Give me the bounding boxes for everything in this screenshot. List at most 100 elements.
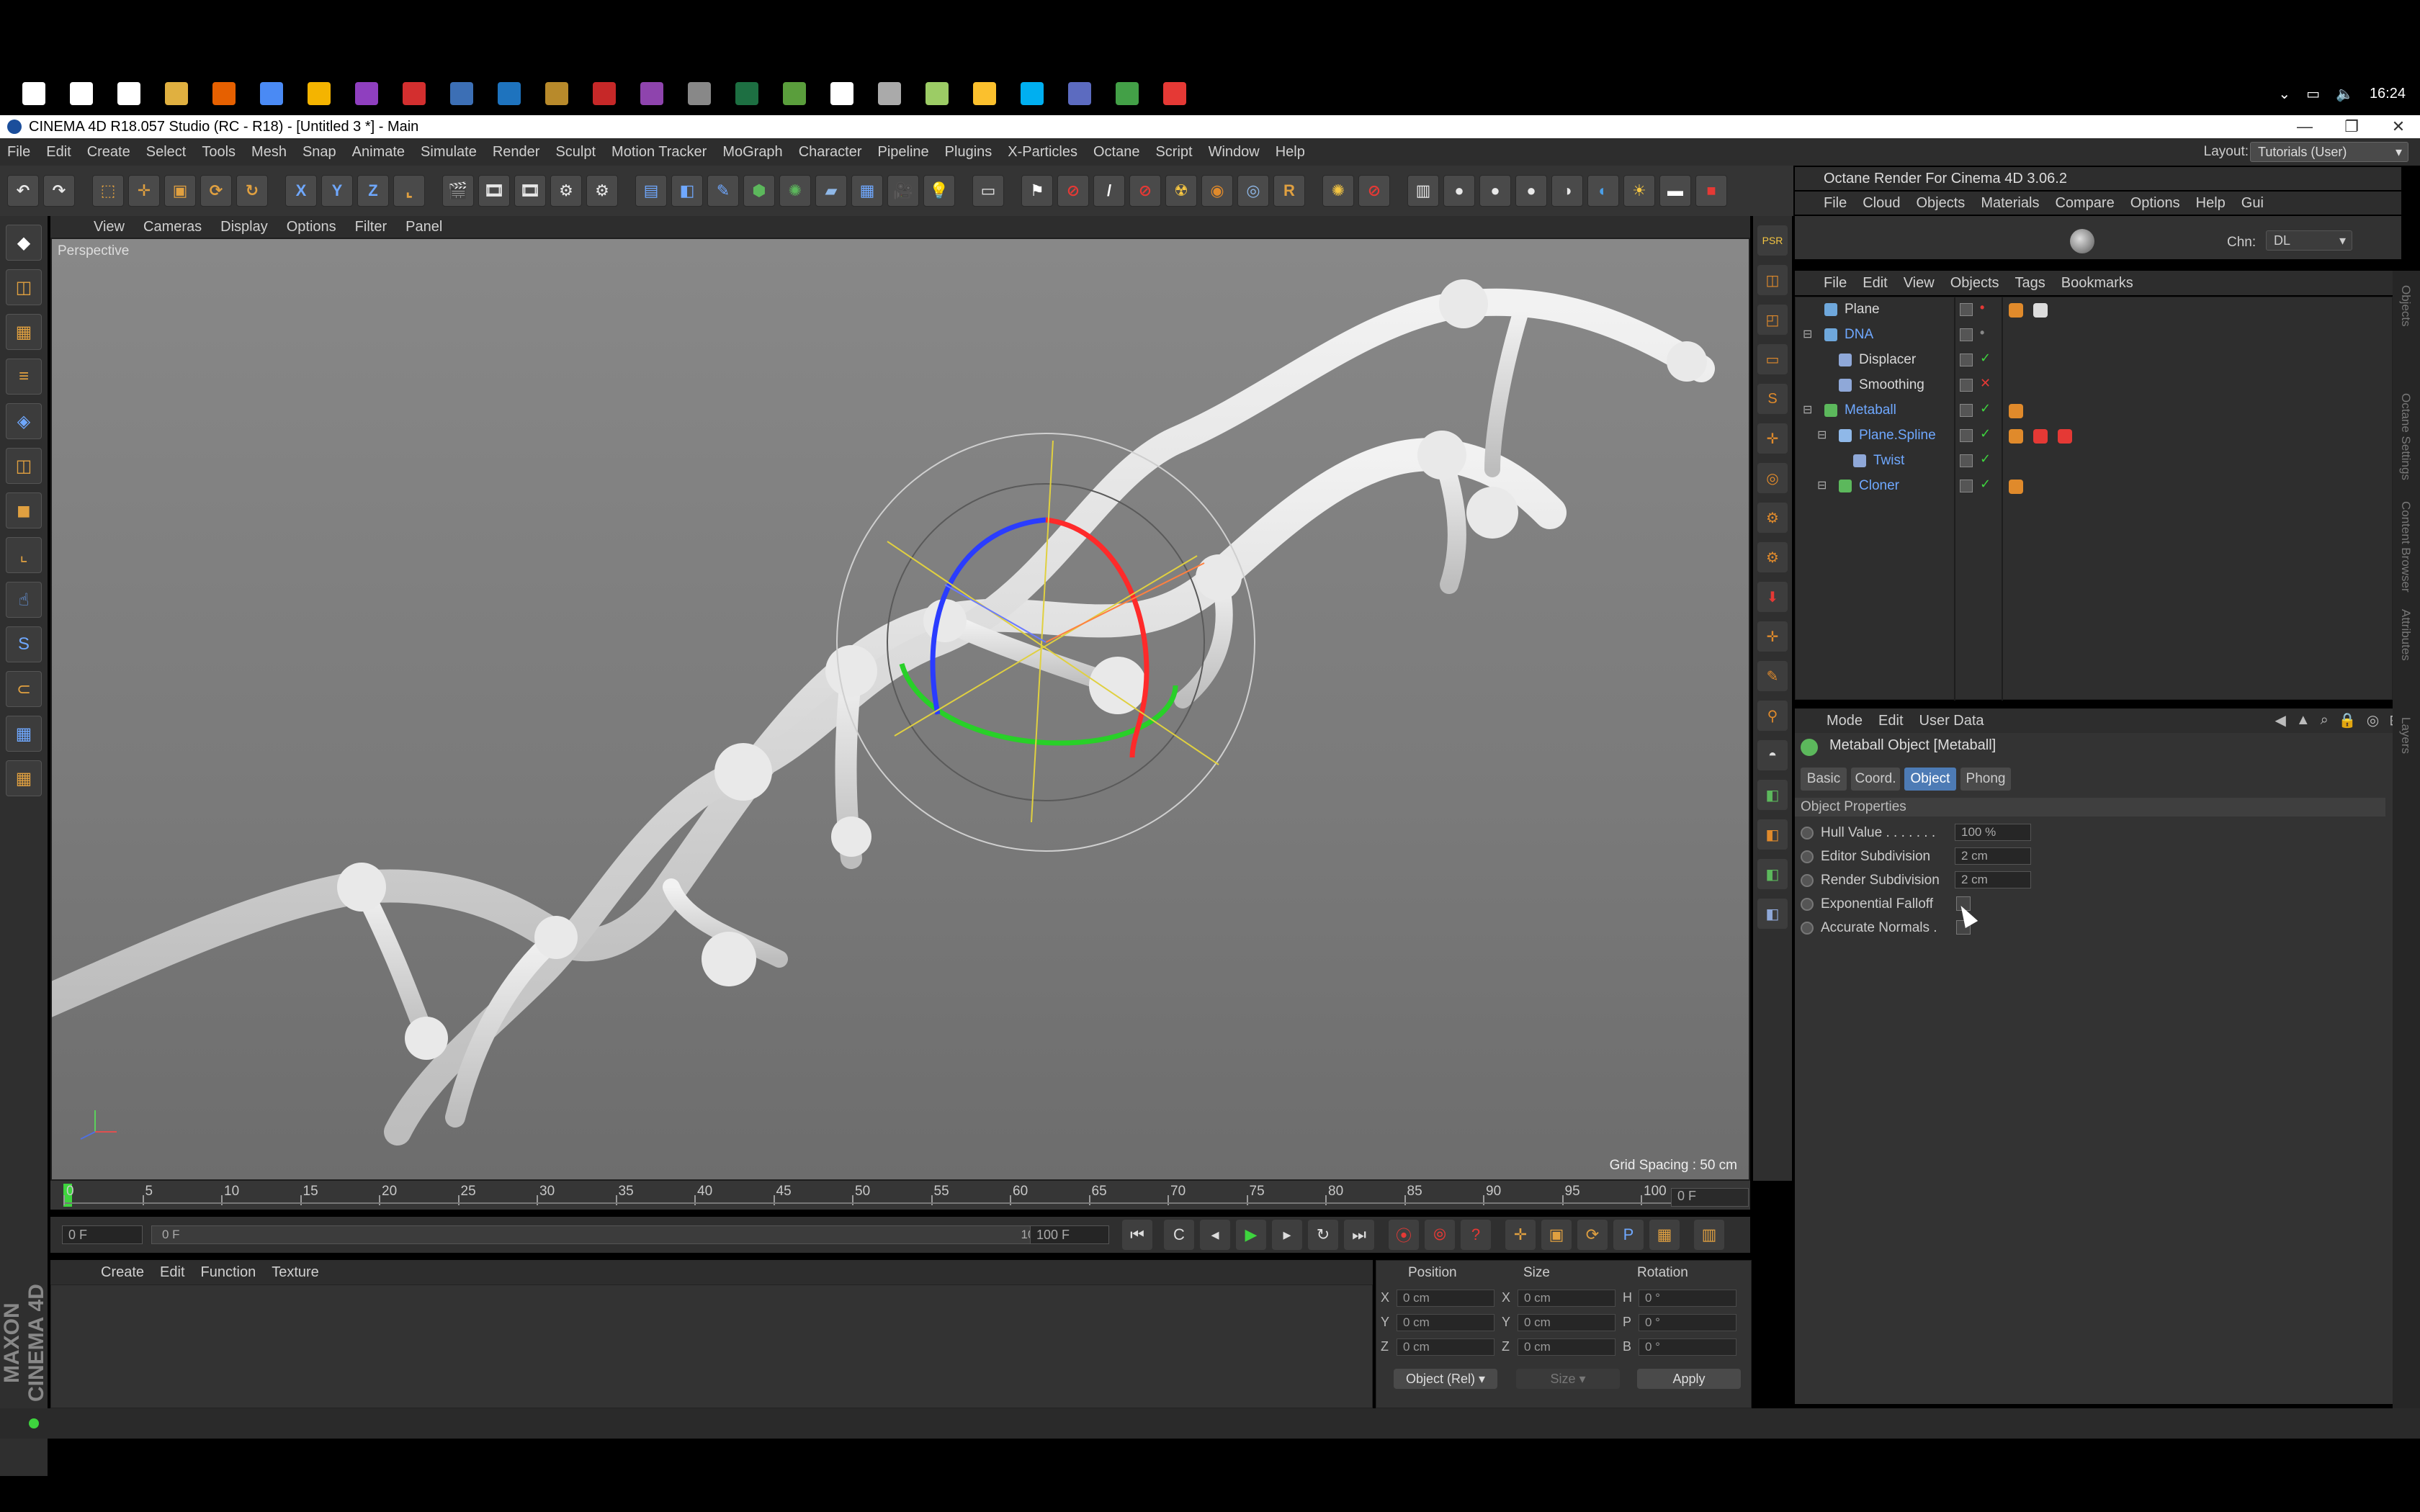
redo-button[interactable]: ↷ — [43, 175, 75, 207]
keyframe-selection-icon[interactable]: ? — [1461, 1220, 1491, 1250]
editor-visibility-icon[interactable] — [1960, 480, 1973, 492]
cinema4d-icon[interactable] — [450, 82, 473, 105]
object-tag-icon[interactable] — [2058, 429, 2072, 444]
viewport-menu-panel[interactable]: Panel — [405, 219, 442, 235]
make-editable-icon[interactable]: ◆ — [6, 225, 42, 261]
task-view-icon[interactable] — [117, 82, 140, 105]
chevron-up-icon[interactable]: ⌄ — [2278, 85, 2290, 103]
back-arrow-icon[interactable]: ◀ — [2275, 711, 2285, 729]
recent-tool-icon[interactable]: ↻ — [236, 175, 268, 207]
y-axis-lock-icon[interactable]: Y — [321, 175, 353, 207]
editor-visibility-icon[interactable] — [1960, 303, 1973, 316]
planar-workplane-icon[interactable]: ▦ — [6, 760, 42, 796]
object-tag-icon[interactable] — [2009, 480, 2023, 494]
side-tab-layers[interactable]: Layers — [2398, 717, 2413, 754]
file-explorer-icon[interactable] — [165, 82, 188, 105]
cube-gray-icon[interactable]: ◫ — [1757, 265, 1788, 295]
scene-floor-icon[interactable]: ▦ — [851, 175, 883, 207]
edges-mode-icon[interactable]: ◫ — [6, 448, 42, 484]
expand-toggle-icon[interactable]: ⊟ — [1803, 327, 1812, 341]
undo-button[interactable]: ↶ — [7, 175, 39, 207]
tweak-mode-icon[interactable]: ☝ — [6, 582, 42, 618]
brush-orange-icon[interactable]: ✎ — [1757, 661, 1788, 691]
object-row-displacer[interactable]: Displacer ✓ — [1796, 348, 2393, 372]
key-position-icon[interactable]: ✛ — [1505, 1220, 1536, 1250]
xp-generator-icon[interactable]: ☢ — [1165, 175, 1197, 207]
menu-edit[interactable]: Edit — [46, 144, 71, 161]
cube-icon[interactable]: ◧ — [671, 175, 703, 207]
current-frame-field[interactable]: 0 F — [1671, 1188, 1749, 1207]
tab-phong[interactable]: Phong — [1960, 768, 2011, 791]
key-parameter-icon[interactable]: P — [1613, 1220, 1644, 1250]
firefox-icon[interactable] — [212, 82, 236, 105]
menu-simulate[interactable]: Simulate — [421, 144, 477, 161]
object-row-plane[interactable]: Plane • — [1796, 297, 2393, 322]
position-field[interactable]: 0 cm — [1397, 1290, 1494, 1307]
3d-viewport[interactable]: Perspective Grid Spacing: 50 cm — [50, 238, 1750, 1181]
menu-tools[interactable]: Tools — [202, 144, 236, 161]
xp-fluid-icon[interactable]: ◎ — [1237, 175, 1269, 207]
octane-menu-help[interactable]: Help — [2196, 195, 2226, 212]
acrobat-icon[interactable] — [403, 82, 426, 105]
octane-menu-objects[interactable]: Objects — [1917, 195, 1966, 212]
rotation-field[interactable]: 0 ° — [1639, 1314, 1736, 1331]
viewport-menu-cameras[interactable]: Cameras — [143, 219, 202, 235]
render-queue-icon[interactable]: ⚙ — [586, 175, 618, 207]
previous-key-icon[interactable]: C — [1164, 1220, 1194, 1250]
clock[interactable]: 16:24 — [2370, 86, 2406, 102]
octane-menu-file[interactable]: File — [1824, 195, 1847, 212]
up-arrow-icon[interactable]: ▲ — [2296, 712, 2311, 729]
cube-orange-icon[interactable]: ◧ — [1757, 819, 1788, 850]
pen-spline-icon[interactable]: ✎ — [707, 175, 739, 207]
dna-metaball-model[interactable] — [52, 239, 1749, 1179]
property-value-field[interactable]: 2 cm — [1955, 847, 2031, 865]
material-menu-create[interactable]: Create — [101, 1264, 144, 1281]
object-tag-icon[interactable] — [2009, 303, 2023, 318]
viewport-menu-view[interactable]: View — [94, 219, 125, 235]
menu-x-particles[interactable]: X-Particles — [1008, 144, 1077, 161]
octane-area-light-icon[interactable]: ▬ — [1659, 175, 1691, 207]
chrome-icon[interactable] — [260, 82, 283, 105]
editor-visibility-icon[interactable] — [1960, 404, 1973, 417]
auto-key-icon[interactable]: ⦾ — [1425, 1220, 1455, 1250]
edit-render-settings-icon[interactable]: ⚙ — [550, 175, 582, 207]
object-tag-icon[interactable] — [2009, 429, 2023, 444]
object-menu-bookmarks[interactable]: Bookmarks — [2061, 275, 2133, 292]
animate-property-icon[interactable] — [1801, 898, 1814, 911]
menu-render[interactable]: Render — [493, 144, 540, 161]
previous-frame-icon[interactable]: ◂ — [1200, 1220, 1230, 1250]
expand-toggle-icon[interactable]: ⊟ — [1817, 428, 1827, 442]
menu-help[interactable]: Help — [1276, 144, 1305, 161]
cube-green-icon[interactable]: ◧ — [1757, 780, 1788, 810]
size-field[interactable]: 0 cm — [1518, 1290, 1615, 1307]
animate-property-icon[interactable] — [1801, 850, 1814, 863]
position-field[interactable]: 0 cm — [1397, 1314, 1494, 1331]
object-name[interactable]: Cloner — [1859, 478, 1899, 494]
xp-emitter-icon[interactable]: ⚑ — [1021, 175, 1053, 207]
texture-mode-icon[interactable]: ▦ — [6, 314, 42, 350]
octane-menu-gui[interactable]: Gui — [2241, 195, 2264, 212]
tab-basic[interactable]: Basic — [1801, 768, 1847, 791]
cube-blue-icon[interactable]: ◧ — [1757, 899, 1788, 929]
chrome-canary-icon[interactable] — [308, 82, 331, 105]
xp-brush-icon[interactable]: / — [1093, 175, 1125, 207]
camtasia-recorder-icon[interactable] — [1163, 82, 1186, 105]
bulb-icon[interactable]: ◓ — [1757, 740, 1788, 770]
maps-icon[interactable] — [783, 82, 806, 105]
workplane-lock-icon[interactable]: ▦ — [6, 716, 42, 752]
octane-settings-icon[interactable]: ✺ — [1322, 175, 1354, 207]
object-name[interactable]: DNA — [1845, 327, 1873, 343]
minimize-button[interactable]: — — [2283, 115, 2326, 138]
range-slider[interactable]: 0 F 100 F — [151, 1225, 1063, 1244]
menu-window[interactable]: Window — [1209, 144, 1260, 161]
menu-octane[interactable]: Octane — [1093, 144, 1139, 161]
property-value-field[interactable]: 100 % — [1955, 824, 2031, 841]
enabled-check-icon[interactable]: ✓ — [1980, 351, 1991, 366]
light-icon[interactable]: 💡 — [923, 175, 955, 207]
attribute-menu-edit[interactable]: Edit — [1878, 713, 1903, 729]
layout-select[interactable]: Tutorials (User) ▾ — [2250, 142, 2408, 162]
attribute-menu-user-data[interactable]: User Data — [1919, 713, 1984, 729]
model-mode-icon[interactable]: ◫ — [6, 269, 42, 305]
octane-stop-icon[interactable]: ⊘ — [1358, 175, 1390, 207]
leaf-icon[interactable] — [926, 82, 949, 105]
